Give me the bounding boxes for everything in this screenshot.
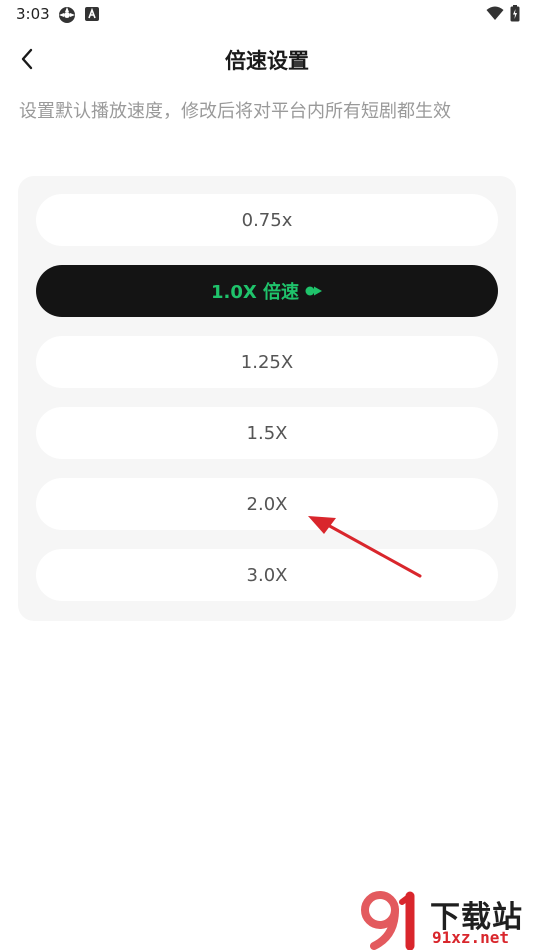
- status-indicators: [486, 5, 520, 26]
- speed-options-panel: 0.75x 1.0X 倍速 1.25X 1.5X 2.0X 3.0X: [18, 176, 516, 621]
- status-time: 3:03: [16, 5, 50, 23]
- speed-settings-screen: 3:03 倍速设置 设置默认播放速度，修改后将对平台内所有短剧都生效 0.75x…: [0, 0, 534, 950]
- speed-option-label: 3.0X: [246, 564, 288, 586]
- app-notification-icon: [58, 6, 76, 28]
- speed-option-1-25x[interactable]: 1.25X: [36, 336, 498, 388]
- top-bar: 倍速设置: [0, 36, 534, 82]
- site-watermark: 下载站 91xz.net: [358, 888, 534, 950]
- battery-icon: [510, 5, 520, 26]
- watermark-en-text: 91xz.net: [432, 928, 510, 947]
- speed-option-label: 1.5X: [246, 422, 288, 444]
- speed-option-label: 0.75x: [241, 209, 293, 231]
- speed-option-0-75x[interactable]: 0.75x: [36, 194, 498, 246]
- settings-description: 设置默认播放速度，修改后将对平台内所有短剧都生效: [19, 101, 451, 122]
- speed-option-3-0x[interactable]: 3.0X: [36, 549, 498, 601]
- speed-option-label: 1.0X 倍速: [210, 282, 300, 303]
- page-title: 倍速设置: [225, 49, 309, 73]
- speed-option-1-5x[interactable]: 1.5X: [36, 407, 498, 459]
- speed-option-1-0x[interactable]: 1.0X 倍速: [36, 265, 498, 317]
- text-notification-icon: [84, 6, 100, 26]
- watermark-logo-icon: [361, 891, 415, 950]
- speed-option-label: 2.0X: [246, 493, 288, 515]
- status-bar: 3:03: [0, 0, 534, 28]
- speed-option-label: 1.25X: [240, 351, 294, 373]
- double-play-icon: [305, 285, 323, 297]
- wifi-icon: [486, 6, 504, 25]
- speed-option-2-0x[interactable]: 2.0X: [36, 478, 498, 530]
